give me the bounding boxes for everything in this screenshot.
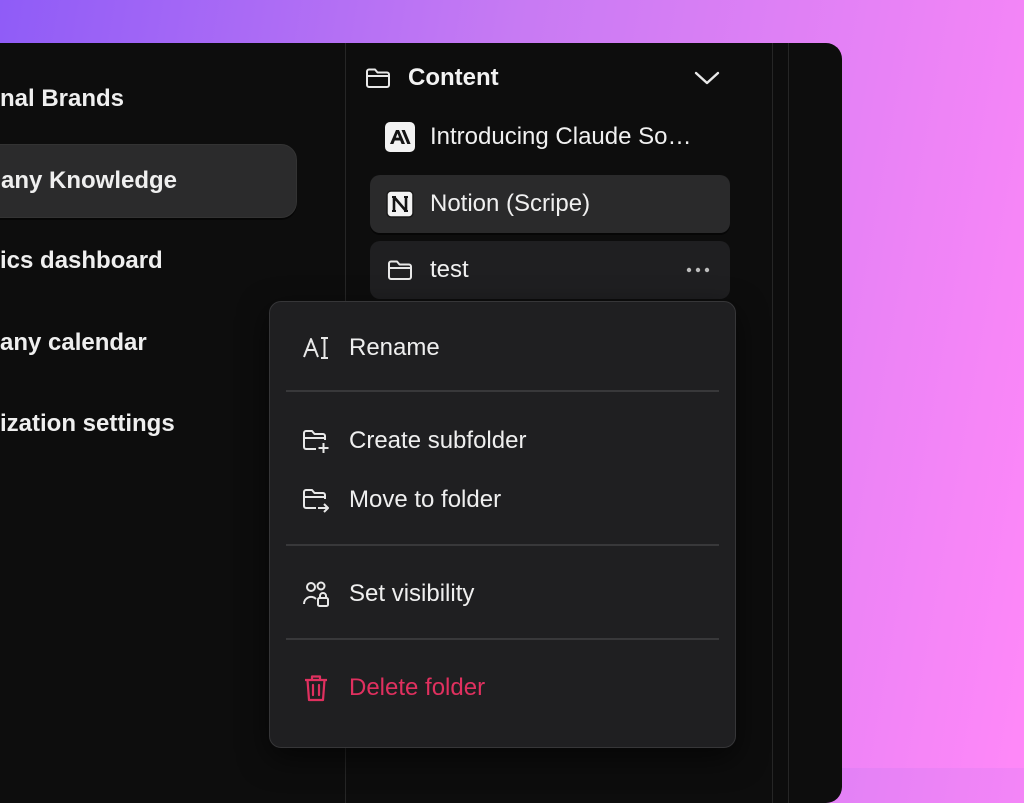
sidebar-item-company-knowledge[interactable]: any Knowledge <box>0 144 297 218</box>
notion-logo-icon <box>385 189 415 219</box>
sidebar-item-company-calendar[interactable]: any calendar <box>0 307 147 379</box>
folder-plus-icon <box>300 428 332 454</box>
sidebar-item-analytics-dashboard[interactable]: ics dashboard <box>0 225 163 297</box>
folder-icon <box>386 259 414 281</box>
menu-divider <box>286 544 719 546</box>
sidebar-item-organization-settings[interactable]: ization settings <box>0 388 175 460</box>
tree-item-label: Notion (Scripe) <box>430 190 591 217</box>
tree-item-label: test <box>430 256 469 283</box>
users-lock-icon <box>300 580 332 608</box>
more-horizontal-icon[interactable] <box>686 267 710 273</box>
tree-item-claude-doc[interactable]: Introducing Claude So… <box>370 108 730 166</box>
sidebar-item-label: ization settings <box>0 410 175 437</box>
trash-icon <box>300 673 332 703</box>
menu-item-label: Set visibility <box>349 580 475 607</box>
move-to-folder-menu-item[interactable]: Move to folder <box>286 474 719 526</box>
sidebar-item-label: ics dashboard <box>0 247 163 274</box>
folder-icon <box>364 67 392 89</box>
create-subfolder-menu-item[interactable]: Create subfolder <box>286 415 719 467</box>
menu-divider <box>286 638 719 640</box>
section-title: Content <box>408 64 499 91</box>
menu-divider <box>286 390 719 392</box>
menu-item-label: Rename <box>349 334 440 361</box>
tree-item-test-folder[interactable]: test <box>370 241 730 299</box>
chevron-down-icon[interactable] <box>694 70 720 86</box>
delete-folder-menu-item[interactable]: Delete folder <box>286 662 719 714</box>
folder-context-menu: Rename Create subfolder Move to folder S… <box>269 301 736 748</box>
sidebar-item-brands[interactable]: nal Brands <box>0 63 124 135</box>
menu-item-label: Create subfolder <box>349 427 527 454</box>
rename-text-icon <box>300 335 332 361</box>
anthropic-logo-icon <box>385 122 415 152</box>
tree-divider <box>772 43 773 803</box>
set-visibility-menu-item[interactable]: Set visibility <box>286 568 719 620</box>
content-section-header[interactable]: Content <box>364 55 720 101</box>
panel-divider <box>788 43 789 803</box>
sidebar-item-label: nal Brands <box>0 85 125 112</box>
sidebar-item-label: any calendar <box>0 329 147 356</box>
menu-item-label: Move to folder <box>349 486 502 513</box>
tree-item-label: Introducing Claude So… <box>430 123 692 150</box>
rename-menu-item[interactable]: Rename <box>286 322 719 374</box>
sidebar-item-label: any Knowledge <box>1 167 178 194</box>
tree-item-notion-scripe[interactable]: Notion (Scripe) <box>370 175 730 233</box>
folder-move-icon <box>300 487 332 513</box>
menu-item-label: Delete folder <box>349 674 486 701</box>
